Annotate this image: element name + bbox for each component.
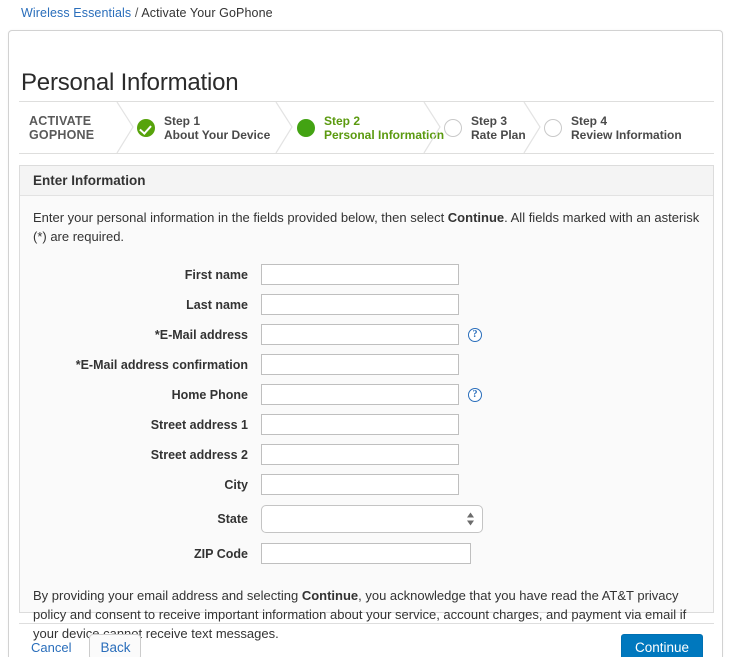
first-name-input[interactable] [261,264,459,285]
label-state: State [217,512,248,526]
help-icon[interactable]: ? [468,387,482,402]
stepper-brand: ACTIVATE GOPHONE [29,102,121,153]
disclaimer-part-1: By providing your email address and sele… [33,588,302,603]
home-phone-input[interactable] [261,384,459,405]
stepper-brand-line-1: ACTIVATE [29,113,92,128]
field-row-email-address: *E-Mail address ? [33,322,700,347]
label-last-name: Last name [186,297,248,312]
state-select[interactable] [261,505,483,533]
instructions-text: Enter your personal information in the f… [33,208,701,246]
stepper-step-1[interactable]: Step 1 About Your Device [137,102,270,153]
panel-body: Enter your personal information in the f… [20,208,713,643]
field-row-zip-code: ZIP Code [33,541,700,566]
label-email-address: *E-Mail address [154,327,248,342]
label-first-name: First name [184,267,248,282]
field-row-home-phone: Home Phone ? [33,382,700,407]
instructions-bold-continue: Continue [447,210,505,225]
zip-code-input[interactable] [261,543,471,564]
last-name-input[interactable] [261,294,459,315]
stepper-step-4-label: Review Information [571,127,682,142]
field-row-last-name: Last name [33,292,700,317]
enter-information-panel: Enter Information Enter your personal in… [19,165,714,641]
stepper-brand-line-2: GOPHONE [29,127,95,142]
breadcrumb: Wireless Essentials / Activate Your GoPh… [21,6,273,20]
field-row-first-name: First name [33,262,700,287]
stepper-step-3[interactable]: Step 3 Rate Plan [444,102,526,153]
breadcrumb-separator: / [134,6,139,20]
field-row-street-address-1: Street address 1 [33,412,700,437]
filled-circle-icon [297,118,315,137]
field-row-email-confirmation: *E-Mail address confirmation [33,352,700,377]
instructions-part-1: Enter your personal information in the f… [33,210,448,225]
label-email-address-confirmation: *E-Mail address confirmation [75,357,248,372]
back-button[interactable]: Back [89,634,142,657]
label-street-address-1: Street address 1 [150,417,248,432]
panel-header: Enter Information [20,166,713,196]
panel-heading: Enter Information [33,173,146,188]
stepper-step-4-number: Step 4 [571,113,608,128]
state-select-wrapper [261,505,483,533]
label-zip-code: ZIP Code [194,546,248,561]
stepper-step-1-number: Step 1 [164,113,201,128]
stepper-chevron-divider-2 [274,102,296,153]
continue-button[interactable]: Continue [620,634,703,657]
help-icon[interactable]: ? [468,327,482,342]
disclaimer-bold-continue: Continue [301,588,359,603]
city-input[interactable] [261,474,459,495]
form-footer: Cancel Back Continue [19,623,714,657]
stepper-step-2[interactable]: Step 2 Personal Information [297,102,444,153]
breadcrumb-link-wireless-essentials[interactable]: Wireless Essentials [21,6,131,20]
field-row-city: City [33,472,700,497]
main-card: Personal Information ACTIVATE GOPHONE St… [8,30,723,657]
street-address-2-input[interactable] [261,444,459,465]
email-address-input[interactable] [261,324,459,345]
label-home-phone: Home Phone [171,387,248,402]
empty-circle-icon [444,118,462,137]
stepper-step-3-number: Step 3 [471,113,508,128]
field-row-state: State [33,502,700,536]
stepper-step-2-number: Step 2 [324,113,361,128]
personal-information-form: First name Last name *E-Mail address ? *… [33,262,700,566]
field-row-street-address-2: Street address 2 [33,442,700,467]
street-address-1-input[interactable] [261,414,459,435]
label-street-address-2: Street address 2 [150,447,248,462]
stepper-step-2-label: Personal Information [324,127,445,142]
page-title: Personal Information [21,69,239,97]
stepper-step-4[interactable]: Step 4 Review Information [544,102,682,153]
empty-circle-icon [544,118,562,137]
breadcrumb-current-page: Activate Your GoPhone [141,6,273,20]
stepper-step-1-label: About Your Device [164,127,271,142]
progress-stepper: ACTIVATE GOPHONE Step 1 About Your Devic… [19,101,714,154]
cancel-link[interactable]: Cancel [31,640,71,655]
label-city: City [224,477,248,492]
stepper-step-3-label: Rate Plan [471,127,526,142]
check-circle-icon [137,118,155,137]
email-address-confirmation-input[interactable] [261,354,459,375]
